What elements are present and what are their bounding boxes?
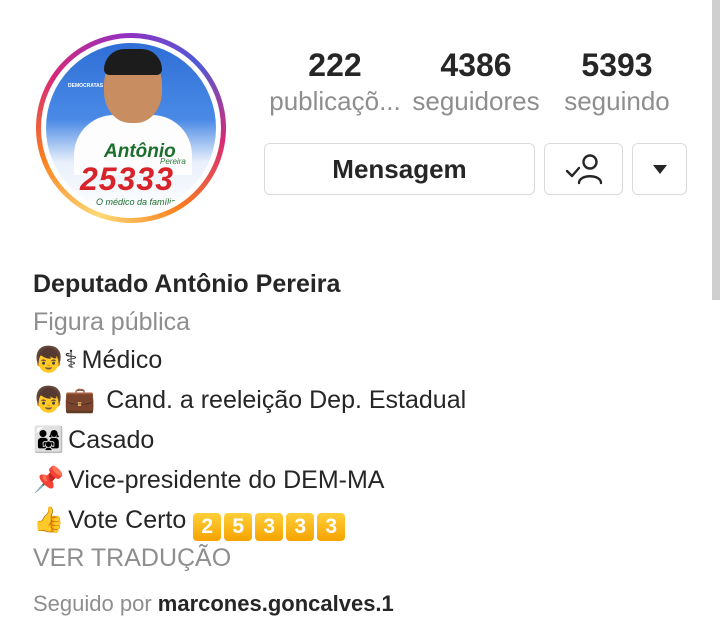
avatar-slogan-text: O médico da família <box>96 197 177 207</box>
digit-emoji: 2 <box>193 513 222 541</box>
digit-emoji: 3 <box>286 513 315 541</box>
bio-line: 👦⚕ Médico <box>33 344 162 376</box>
story-ring[interactable]: DEMOCRATAS Antônio Pereira 25333 O médic… <box>36 33 226 223</box>
stat-followers-label: seguidores <box>412 86 540 116</box>
family-emoji-icon: 👨‍👩‍👧 <box>33 425 65 454</box>
following-check-person-icon <box>565 154 602 185</box>
bio-line-text: Vote Certo <box>68 506 194 534</box>
see-translation-link[interactable]: VER TRADUÇÃO <box>33 542 231 574</box>
avatar-number-text: 25333 <box>80 161 174 197</box>
followed-by[interactable]: Seguido por marcones.goncalves.1 <box>33 588 394 620</box>
scrollbar[interactable] <box>712 0 720 300</box>
bio-line-text: Médico <box>81 346 163 374</box>
stat-followers-value: 4386 <box>440 47 512 83</box>
stat-following-value: 5393 <box>581 47 653 83</box>
stat-posts-value: 222 <box>308 47 362 83</box>
bio-line: 👨‍👩‍👧 Casado <box>33 424 154 456</box>
briefcase-emoji-icon: 👦💼 <box>33 385 96 414</box>
stat-followers[interactable]: 4386 seguidores <box>407 46 545 118</box>
message-button[interactable]: Mensagem <box>264 143 535 195</box>
bio-line-text: Casado <box>68 426 155 454</box>
digit-emoji: 3 <box>255 513 284 541</box>
bio-line-text: Cand. a reeleição Dep. Estadual <box>99 386 467 414</box>
avatar-hair <box>104 49 162 75</box>
stat-posts-label: publicaçõ... <box>269 86 401 116</box>
bio-line: 👍 Vote Certo 25333 <box>33 504 348 541</box>
bio-line: 📌 Vice-presidente do DEM-MA <box>33 464 384 496</box>
bio-line-text: Vice-presidente do DEM-MA <box>68 466 385 494</box>
avatar-party-text: DEMOCRATAS <box>68 83 104 89</box>
doctor-emoji-icon: 👦⚕ <box>33 345 78 374</box>
digit-emoji: 3 <box>317 513 346 541</box>
pushpin-emoji-icon: 📌 <box>33 465 65 494</box>
profile-category: Figura pública <box>33 308 191 336</box>
avatar[interactable]: DEMOCRATAS Antônio Pereira 25333 O médic… <box>46 43 216 213</box>
profile-name: Deputado Antônio Pereira <box>33 270 341 298</box>
stat-following-label: seguindo <box>564 86 670 116</box>
thumbs-up-emoji-icon: 👍 <box>33 505 65 534</box>
caret-down-icon <box>652 164 667 174</box>
following-button[interactable] <box>544 143 623 195</box>
bio-line: 👦💼 Cand. a reeleição Dep. Estadual <box>33 384 466 416</box>
stat-posts[interactable]: 222 publicaçõ... <box>264 46 406 118</box>
more-options-button[interactable] <box>632 143 687 195</box>
stat-following[interactable]: 5393 seguindo <box>560 46 674 118</box>
digit-emoji: 5 <box>224 513 253 541</box>
followed-by-prefix: Seguido por <box>33 591 158 616</box>
followed-by-user[interactable]: marcones.goncalves.1 <box>158 591 394 616</box>
